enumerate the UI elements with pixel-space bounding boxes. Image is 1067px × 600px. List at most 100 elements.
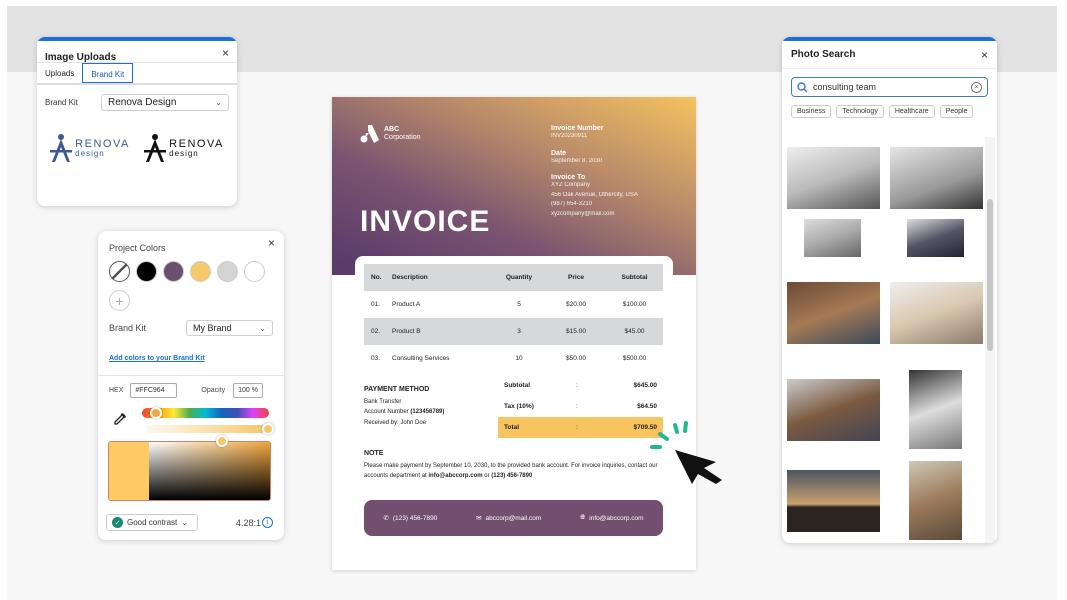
color-picker[interactable]: [108, 441, 271, 501]
cell: 10: [515, 355, 523, 362]
scrollbar-thumb[interactable]: [987, 199, 993, 351]
opacity-slider-handle[interactable]: [262, 423, 274, 435]
total-label: Total: [504, 424, 520, 431]
invoice-document[interactable]: ABC Corporation INVOICE Invoice Number IN…: [332, 97, 696, 570]
current-color-preview: [109, 442, 149, 500]
phone-icon: ✆: [383, 515, 389, 522]
mail-icon: ✉: [476, 515, 482, 522]
tab-bar: Uploads Brand Kit: [37, 63, 237, 85]
search-query: consulting team: [813, 82, 877, 92]
brand-kit-select[interactable]: Renova Design ⌄: [101, 94, 229, 111]
cell: 02.: [371, 328, 381, 335]
invoice-to-line: 456 Oak Avenue, Othercity, USA: [551, 191, 638, 198]
cell: 3: [517, 328, 521, 335]
invoice-title: INVOICE: [360, 205, 491, 238]
hue-slider-handle[interactable]: [150, 407, 162, 419]
info-icon[interactable]: i: [262, 517, 273, 528]
logo-wordmark: RENOVA: [75, 137, 130, 150]
chip-healthcare[interactable]: Healthcare: [888, 105, 935, 118]
cell: $500.00: [622, 355, 647, 362]
photo-results-grid: [782, 137, 983, 543]
saturation-value-area[interactable]: [149, 442, 270, 500]
swatch-gold[interactable]: [190, 261, 211, 282]
saturation-handle[interactable]: [216, 435, 228, 447]
globe-icon: 🌐︎: [580, 514, 586, 521]
cell: $45.00: [624, 328, 645, 335]
invoice-number-label: Invoice Number: [551, 125, 604, 132]
color-swatches: [98, 261, 284, 282]
photo-business-handshake-desk[interactable]: [907, 219, 964, 257]
col-header: Quantity: [505, 274, 533, 281]
compass-logo-icon: [144, 134, 167, 162]
footer-email: abccorp@mail.com: [485, 514, 542, 522]
col-header: Description: [392, 274, 428, 281]
photo-hands-over-desk[interactable]: [909, 461, 962, 540]
photo-sunset-silhouettes-jumping[interactable]: [787, 470, 880, 532]
eyedropper-icon[interactable]: [113, 412, 127, 426]
account-label: Account Number: [364, 409, 409, 416]
total-value: $645.00: [633, 382, 658, 389]
table-row: 03. Consulting Services 10 $50.00 $500.0…: [364, 345, 663, 372]
logo-sub: design: [75, 148, 105, 158]
subtotal-row: Subtotal: $645.00: [498, 375, 663, 396]
brand-kit-select[interactable]: My Brand ⌄: [186, 320, 273, 336]
payment-line: Account Number (123456789): [364, 407, 444, 418]
brand-kit-row: Brand Kit Renova Design ⌄: [37, 85, 237, 111]
sep: :: [576, 424, 578, 431]
opacity-label: Opacity: [201, 387, 226, 394]
photo-overhead-team-table[interactable]: [787, 379, 880, 441]
logo-renova-black[interactable]: RENOVA design: [144, 133, 224, 163]
add-colors-link[interactable]: Add colors to your Brand Kit: [109, 355, 205, 362]
chevron-down-icon: ⌄: [181, 518, 188, 527]
clear-search-icon[interactable]: ×: [971, 81, 982, 93]
col-header: Price: [568, 274, 584, 281]
photo-person-window-office[interactable]: [804, 219, 861, 257]
tab-uploads[interactable]: Uploads: [37, 63, 82, 83]
total-label: Tax (10%): [504, 403, 534, 410]
chip-business[interactable]: Business: [791, 105, 832, 118]
chip-technology[interactable]: Technology: [836, 105, 884, 118]
cell: 5: [517, 301, 521, 308]
chip-people[interactable]: People: [939, 105, 974, 118]
invoice-to-line: (987) 654-3210: [551, 201, 593, 208]
payment-method-label: PAYMENT METHOD: [364, 386, 430, 393]
add-color-button[interactable]: +: [109, 290, 130, 311]
divider: [98, 375, 284, 376]
hex-input[interactable]: #FFC964: [130, 383, 178, 398]
photo-overhead-laptops[interactable]: [909, 370, 962, 449]
totals: Subtotal: $645.00 Tax (10%): $64.50 Total:…: [498, 375, 663, 438]
close-icon[interactable]: ×: [268, 236, 275, 250]
photo-team-meeting-window[interactable]: [787, 147, 880, 209]
swatch-white[interactable]: [244, 261, 265, 282]
close-icon[interactable]: ×: [222, 46, 229, 60]
photo-hands-stacked-table[interactable]: [787, 282, 880, 344]
panel-header: Image Uploads ×: [37, 41, 237, 63]
invoice-to-line: xyzcompany@mail.com: [551, 210, 615, 217]
contrast-dropdown[interactable]: ✓ Good contrast ⌄: [106, 514, 198, 531]
logo-wordmark: RENOVA: [169, 137, 224, 150]
invoice-note: NOTE Please make payment by September 10…: [364, 448, 664, 482]
click-cursor-icon: [650, 421, 722, 484]
cell: Consulting Services: [392, 355, 450, 362]
payment-line: Bank Transfer: [364, 398, 402, 405]
tab-brand-kit[interactable]: Brand Kit: [82, 63, 134, 83]
swatch-black[interactable]: [136, 261, 157, 282]
note-text: Please make payment by September 10, 203…: [364, 461, 664, 483]
logo-renova-blue[interactable]: RENOVA design: [50, 133, 130, 163]
col-header: Subtotal: [621, 274, 648, 281]
swatch-gray[interactable]: [217, 261, 238, 282]
project-colors-panel: × Project Colors + Brand Kit My Brand ⌄ …: [98, 231, 284, 540]
swatch-purple[interactable]: [163, 261, 184, 282]
company-name-1: ABC: [384, 126, 400, 134]
photo-consultants-laptop[interactable]: [890, 147, 983, 209]
company-name-2: Corporation: [384, 134, 421, 141]
swatch-none[interactable]: [109, 261, 130, 282]
table-row: 02. Product B 3 $15.00 $45.00: [364, 318, 663, 345]
opacity-slider[interactable]: [146, 425, 268, 433]
search-input[interactable]: consulting team ×: [791, 77, 988, 97]
close-icon[interactable]: ×: [981, 48, 988, 62]
opacity-input[interactable]: 100 %: [233, 383, 263, 398]
photo-handshake-office[interactable]: [890, 282, 983, 344]
footer-phone: (123) 456-7890: [392, 514, 438, 522]
payment-method: PAYMENT METHOD Bank Transfer Account Num…: [364, 384, 444, 429]
